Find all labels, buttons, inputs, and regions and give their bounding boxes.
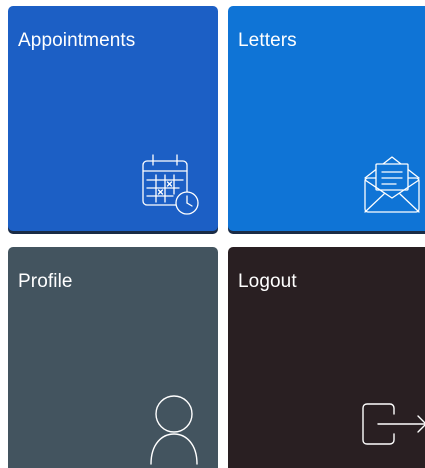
user-icon (150, 395, 198, 465)
appointments-tile[interactable]: Appointments (8, 6, 218, 231)
logout-tile[interactable]: Logout (228, 247, 425, 468)
logout-label: Logout (238, 271, 297, 292)
profile-tile[interactable]: Profile (8, 247, 218, 468)
dashboard-tile-grid: Appointments Letters Profile Logout (0, 0, 425, 468)
letter-envelope-icon (364, 156, 420, 213)
letters-tile[interactable]: Letters (228, 6, 425, 231)
logout-icon (362, 403, 425, 445)
appointments-label: Appointments (18, 30, 136, 51)
letters-label: Letters (238, 30, 297, 51)
calendar-clock-icon (142, 154, 199, 215)
profile-label: Profile (18, 271, 73, 292)
